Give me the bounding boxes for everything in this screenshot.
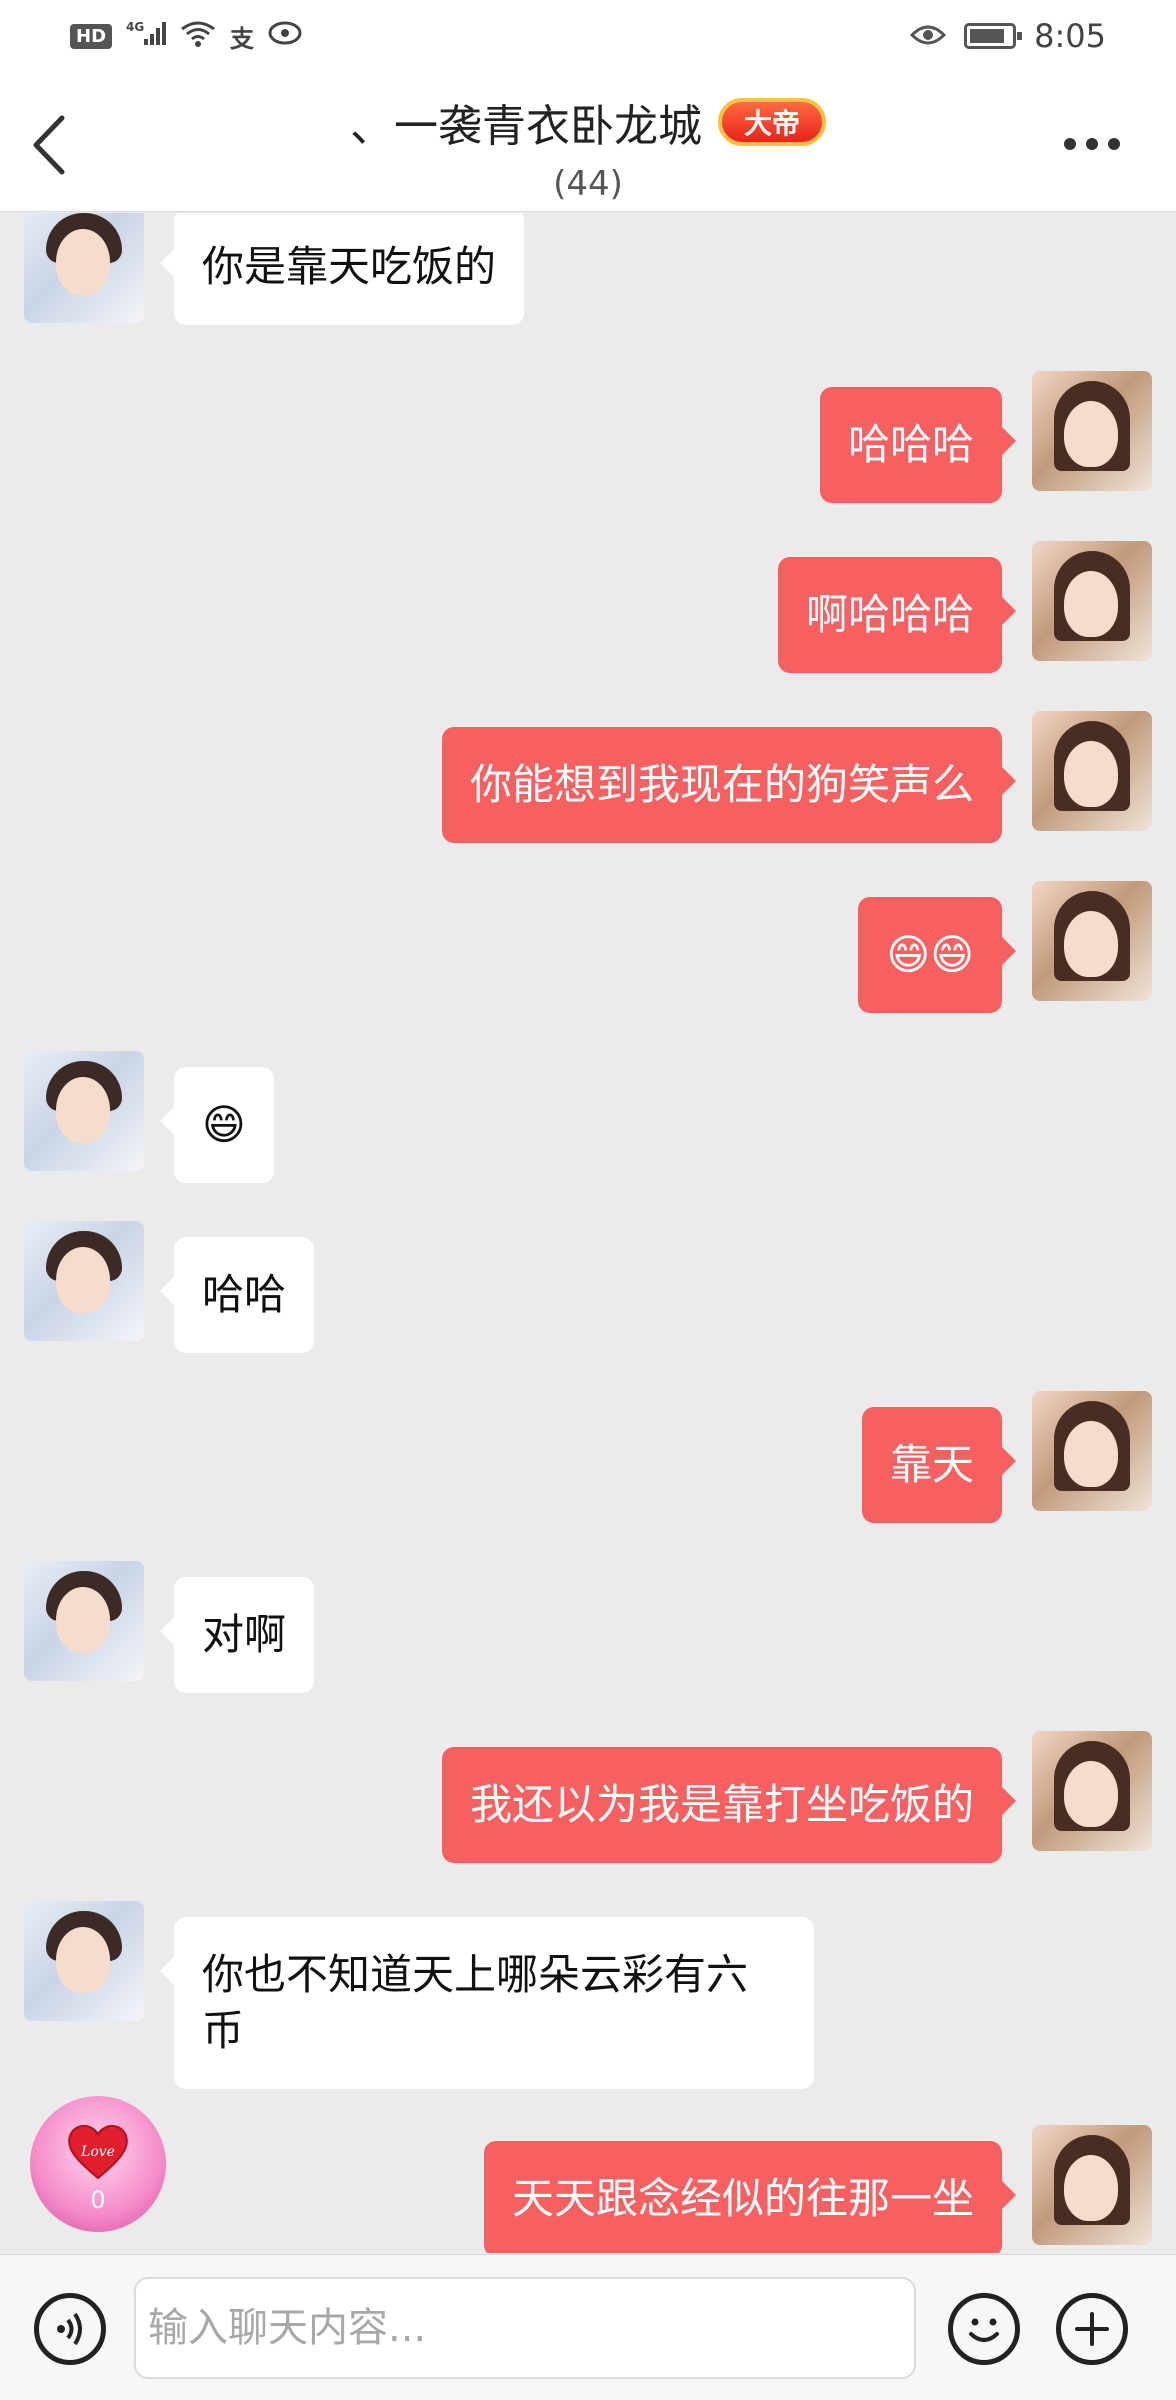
avatar[interactable] [1032, 881, 1152, 1001]
message-list[interactable]: 你是靠天吃饭的 哈哈哈 啊哈哈哈 你能想到我现在的狗笑声么 😄😄 😄 哈哈 靠天… [0, 213, 1176, 2253]
svg-text:4G: 4G [126, 20, 144, 34]
status-right: 8:05 [910, 17, 1106, 55]
input-bar [0, 2254, 1176, 2400]
avatar[interactable] [24, 213, 144, 323]
emoji-button[interactable] [948, 2293, 1020, 2365]
avatar[interactable] [1032, 711, 1152, 831]
message-bubble[interactable]: 我还以为我是靠打坐吃饭的 [441, 1747, 1017, 1863]
message-bubble[interactable]: 啊哈哈哈 [777, 557, 1017, 673]
hd-badge: HD [70, 23, 113, 49]
avatar[interactable] [1032, 2125, 1152, 2245]
rank-badge: 大帝 [717, 98, 826, 146]
wifi-icon [180, 19, 216, 53]
signal-icon: 4G [126, 19, 167, 53]
message-bubble[interactable]: 你是靠天吃饭的 [159, 213, 525, 325]
alipay-icon: 支 [230, 24, 255, 53]
avatar[interactable] [24, 1221, 144, 1341]
heart-icon: Love [68, 2125, 128, 2180]
love-button[interactable]: Love 0 [30, 2096, 166, 2232]
clock: 8:05 [1034, 17, 1106, 55]
plus-button[interactable] [1056, 2293, 1128, 2365]
love-label: Love [80, 2144, 115, 2160]
plus-icon [1075, 2312, 1109, 2346]
message-bubble[interactable]: 哈哈哈 [819, 387, 1017, 503]
status-left: HD 4G 支 [70, 19, 302, 54]
love-count: 0 [90, 2186, 106, 2214]
voice-icon [57, 2312, 82, 2346]
title-area: 、一袭青衣卧龙城 大帝 (44) [0, 90, 1176, 204]
avatar[interactable] [1032, 541, 1152, 661]
message-bubble[interactable]: 靠天 [861, 1407, 1017, 1523]
voice-button[interactable] [34, 2293, 106, 2365]
message-bubble[interactable]: 天天跟念经似的往那一坐 [483, 2141, 1017, 2253]
avatar[interactable] [24, 1561, 144, 1681]
message-bubble[interactable]: 哈哈 [159, 1237, 315, 1353]
battery-icon [964, 23, 1023, 49]
emoji-icon [969, 2318, 999, 2342]
chat-input[interactable] [134, 2277, 916, 2379]
more-dots-icon [1064, 138, 1076, 150]
notification-icon [268, 19, 302, 53]
avatar[interactable] [24, 1051, 144, 1171]
eye-icon [910, 17, 947, 55]
more-button[interactable] [1052, 124, 1132, 164]
message-bubble[interactable]: 你也不知道天上哪朵云彩有六 币 [160, 1917, 814, 2089]
avatar[interactable] [1032, 371, 1152, 491]
avatar[interactable] [1032, 1731, 1152, 1851]
message-bubble[interactable]: 你能想到我现在的狗笑声么 [441, 727, 1017, 843]
status-bar: HD 4G 支 8:05 [0, 0, 1176, 72]
member-count: (44) [553, 164, 623, 204]
avatar[interactable] [1032, 1391, 1152, 1511]
message-bubble[interactable]: 😄 [160, 1067, 274, 1183]
message-bubble[interactable]: 😄😄 [858, 897, 1016, 1013]
page-title: 、一袭青衣卧龙城 [349, 101, 702, 152]
avatar[interactable] [24, 1901, 144, 2021]
message-bubble[interactable]: 对啊 [159, 1577, 315, 1693]
chat-header: 、一袭青衣卧龙城 大帝 (44) [0, 72, 1176, 212]
